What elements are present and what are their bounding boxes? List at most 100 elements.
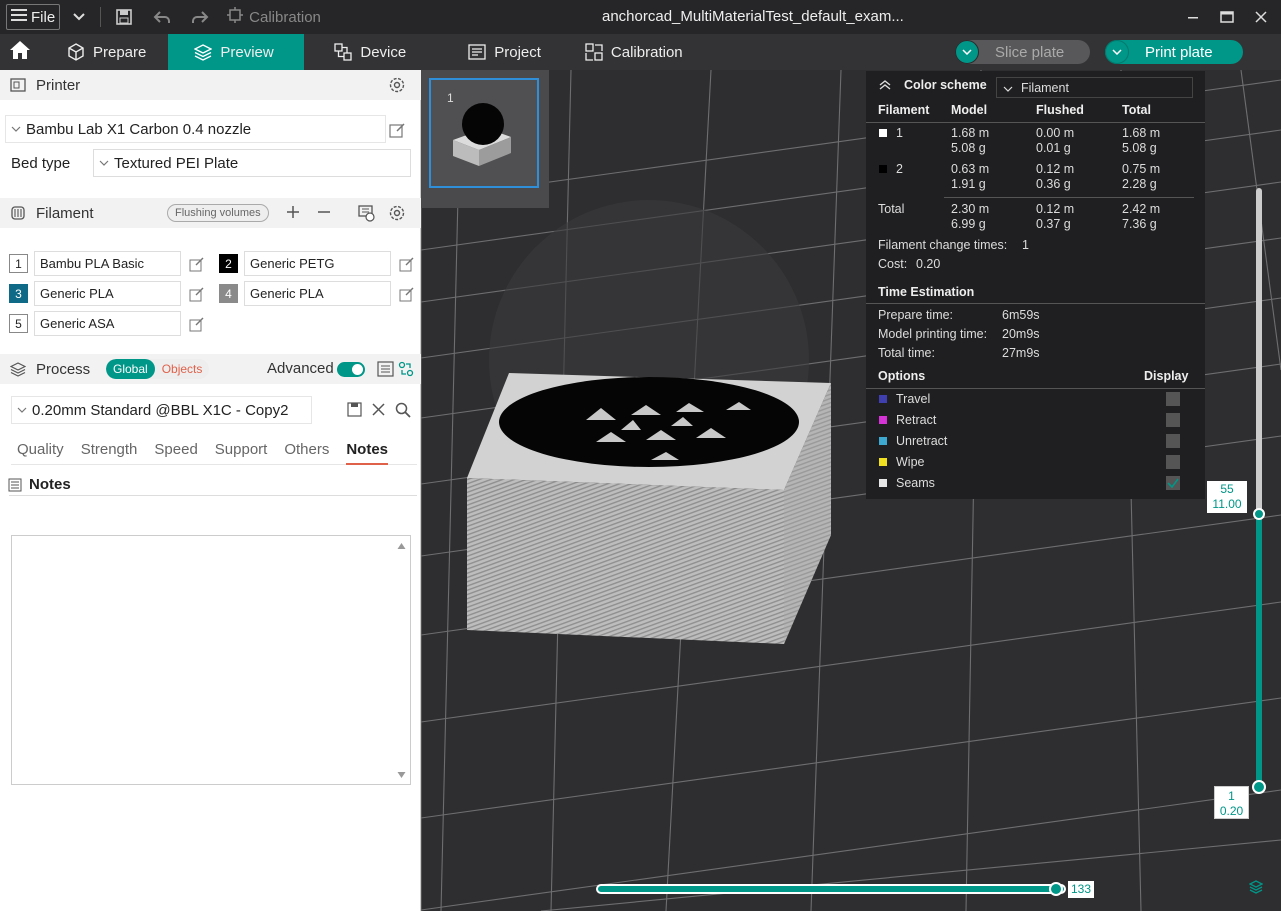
process-scope-toggle[interactable]: Global Objects — [106, 359, 210, 379]
move-slider-track[interactable] — [596, 884, 1066, 894]
minimize-icon[interactable] — [1176, 0, 1210, 34]
tab-quality[interactable]: Quality — [17, 439, 64, 465]
col-header-total: Total — [1122, 103, 1151, 117]
search-icon[interactable] — [395, 402, 411, 421]
model-weight: 1.91 g — [951, 177, 986, 191]
edit-filament-icon[interactable] — [398, 286, 414, 302]
tab-notes[interactable]: Notes — [346, 439, 389, 465]
edit-filament-icon[interactable] — [398, 256, 414, 272]
tab-device[interactable]: Device — [304, 34, 428, 70]
notes-icon — [8, 478, 22, 495]
notes-divider — [9, 495, 417, 496]
filament-select[interactable]: Generic PLA — [244, 281, 391, 306]
filament-color-swatch[interactable]: 3 — [9, 284, 28, 303]
tab-support[interactable]: Support — [215, 439, 268, 465]
total-time-value: 27m9s — [1002, 346, 1040, 360]
layer-slider-bottom-handle[interactable] — [1252, 780, 1266, 794]
filament-color-swatch[interactable]: 1 — [9, 254, 28, 273]
add-filament-icon[interactable] — [285, 204, 301, 224]
home-icon — [9, 40, 31, 64]
edit-filament-icon[interactable] — [188, 256, 204, 272]
edit-filament-icon[interactable] — [188, 316, 204, 332]
advanced-label: Advanced — [267, 360, 334, 377]
flushed-length: 0.12 m — [1036, 162, 1075, 176]
total-weight: 5.08 g — [1122, 141, 1157, 155]
print-dropdown-icon[interactable] — [1105, 40, 1129, 64]
filament-select[interactable]: Generic PLA — [34, 281, 181, 306]
print-plate-button[interactable]: Print plate — [1105, 40, 1243, 64]
cost-label: Cost: — [878, 257, 908, 271]
bed-type-label: Bed type — [11, 155, 71, 172]
retract-display-checkbox[interactable] — [1166, 413, 1180, 427]
compare-presets-icon[interactable] — [398, 361, 414, 381]
home-button[interactable] — [0, 34, 41, 70]
tab-prepare[interactable]: Prepare — [41, 34, 168, 70]
total-weight: 7.36 g — [1122, 217, 1157, 231]
color-scheme-value: Filament — [1021, 80, 1069, 95]
tab-project[interactable]: Project — [428, 34, 563, 70]
file-menu-button[interactable]: File — [6, 4, 61, 30]
delete-preset-icon[interactable] — [372, 403, 385, 419]
total-length: 0.75 m — [1122, 162, 1161, 176]
process-preset-select[interactable]: 0.20mm Standard @BBL X1C - Copy2 — [11, 396, 312, 424]
edit-filament-icon[interactable] — [188, 286, 204, 302]
process-section-label: Process — [36, 360, 91, 378]
edit-printer-icon[interactable] — [389, 122, 405, 138]
calibration-toolbar-button[interactable]: Calibration — [227, 0, 321, 34]
save-icon[interactable] — [115, 0, 133, 34]
options-heading: Options — [878, 369, 926, 383]
redo-icon[interactable] — [191, 0, 209, 34]
tab-strength[interactable]: Strength — [81, 439, 138, 465]
bed-type-select[interactable]: Textured PEI Plate — [93, 149, 411, 177]
color-scheme-select[interactable]: Filament — [996, 77, 1193, 98]
filament-select[interactable]: Generic ASA — [34, 311, 181, 336]
tab-others[interactable]: Others — [284, 439, 329, 465]
filament-change-label: Filament change times: — [878, 238, 1008, 252]
stats-divider — [944, 197, 1194, 198]
model-length: 2.30 m — [951, 202, 990, 216]
unretract-display-checkbox[interactable] — [1166, 434, 1180, 448]
filament-select[interactable]: Generic PETG — [244, 251, 391, 276]
sync-ams-icon[interactable] — [357, 204, 375, 226]
total-length: 2.42 m — [1122, 202, 1161, 216]
plate-thumbnail[interactable]: 1 — [429, 78, 539, 188]
collapse-icon[interactable] — [878, 79, 892, 94]
filament-color-swatch[interactable]: 5 — [9, 314, 28, 333]
process-list-icon[interactable] — [377, 361, 394, 381]
chevron-down-icon[interactable] — [72, 0, 86, 34]
tab-speed[interactable]: Speed — [154, 439, 197, 465]
display-heading: Display — [1144, 369, 1189, 383]
seams-display-checkbox[interactable] — [1166, 476, 1180, 490]
top-layer-number: 55 — [1220, 482, 1234, 496]
save-preset-icon[interactable] — [347, 402, 362, 420]
advanced-toggle[interactable] — [337, 362, 365, 377]
filament-color-swatch[interactable]: 4 — [219, 284, 238, 303]
undo-icon[interactable] — [153, 0, 171, 34]
layer-slider-top-handle[interactable] — [1253, 508, 1265, 520]
filament-section-header: Filament Flushing volumes — [0, 198, 421, 228]
tab-preview[interactable]: Preview — [168, 34, 305, 70]
remove-filament-icon[interactable] — [316, 204, 332, 224]
close-icon[interactable] — [1244, 0, 1278, 34]
filament-id: 1 — [896, 126, 903, 140]
tab-calibration[interactable]: Calibration — [563, 34, 705, 70]
layers-toggle-icon[interactable] — [1248, 880, 1264, 897]
flushing-volumes-button[interactable]: Flushing volumes — [167, 204, 269, 222]
filament-select[interactable]: Bambu PLA Basic — [34, 251, 181, 276]
printer-settings-gear-icon[interactable] — [388, 76, 406, 98]
slice-dropdown-icon[interactable] — [955, 40, 979, 64]
filament-settings-gear-icon[interactable] — [388, 204, 406, 226]
wipe-display-checkbox[interactable] — [1166, 455, 1180, 469]
filament-color-swatch[interactable]: 2 — [219, 254, 238, 273]
global-scope-option[interactable]: Global — [106, 359, 155, 379]
move-slider-value: 133 — [1068, 881, 1095, 898]
notes-scrollbar[interactable] — [393, 536, 410, 784]
stats-divider — [866, 122, 1205, 123]
printer-select[interactable]: Bambu Lab X1 Carbon 0.4 nozzle — [5, 115, 386, 143]
maximize-icon[interactable] — [1210, 0, 1244, 34]
slice-plate-button[interactable]: Slice plate — [955, 40, 1090, 64]
travel-display-checkbox[interactable] — [1166, 392, 1180, 406]
move-slider-handle[interactable] — [1049, 882, 1063, 896]
objects-scope-option[interactable]: Objects — [155, 359, 210, 379]
notes-textarea[interactable] — [11, 535, 411, 785]
